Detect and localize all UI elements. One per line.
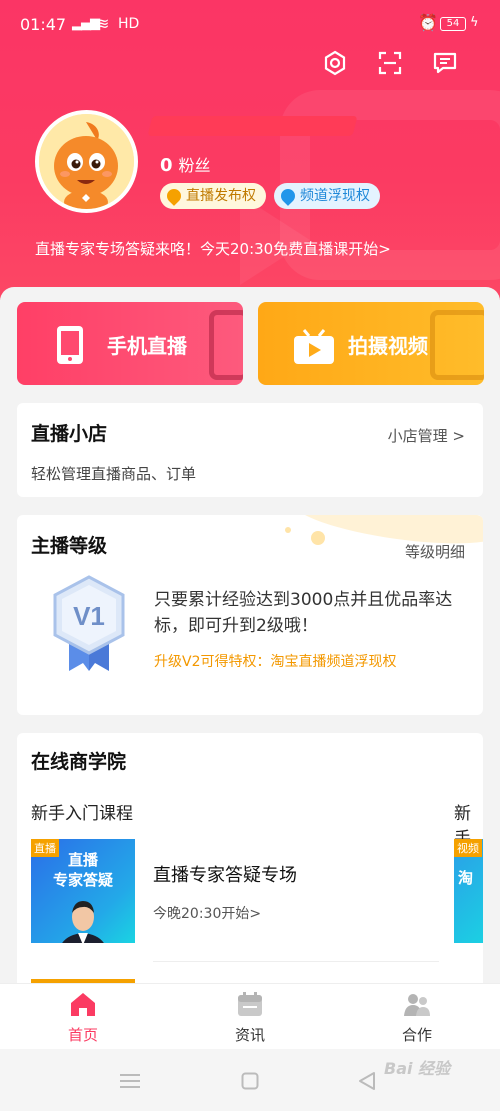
message-icon[interactable] (432, 50, 458, 76)
shop-manage-link[interactable]: 小店管理 > (388, 425, 465, 446)
course-thumbnail[interactable]: 直播 直播 专家答疑 (31, 839, 135, 943)
live-shop-card[interactable]: 直播小店 小店管理 > 轻松管理直播商品、订单 (17, 403, 483, 497)
fans-label: 粉丝 (178, 156, 211, 175)
charging-icon: ϟ (470, 15, 479, 30)
level-decoration-dot (311, 531, 325, 545)
profile-header: 01:47 ▂▄▆ ≋ HD ⏰ 54 ϟ 0 粉丝 直播发布权 频道浮现权 直… (0, 0, 500, 300)
mobile-live-button[interactable]: 手机直播 (17, 302, 243, 385)
level-medal-text: V1 (73, 601, 105, 631)
tab-label: 合作 (401, 1026, 432, 1044)
level-description: 只要累计经验达到3000点并且优品率达标，即可升到2级哦！ (154, 590, 453, 636)
thumb-text: 专家答疑 (52, 871, 113, 889)
video-camera-icon (294, 329, 334, 364)
header-actions (322, 50, 472, 76)
course-tag: 视频 (454, 839, 482, 857)
shoot-video-button[interactable]: 拍摄视频 (258, 302, 484, 385)
network-type: HD (118, 16, 140, 32)
course-thumbnail[interactable]: 视频 淘 (454, 839, 483, 943)
course-time[interactable]: 今晚20:30开始> (153, 903, 261, 923)
phone-decoration (209, 310, 243, 380)
fans-number: 0 (160, 155, 173, 176)
badge-label: 频道浮现权 (300, 188, 370, 204)
settings-icon[interactable] (322, 50, 348, 76)
live-shop-title: 直播小店 (31, 423, 108, 445)
redaction-mark (147, 116, 358, 136)
fans-count[interactable]: 0 粉丝 (160, 152, 211, 176)
level-perk: 升级V2可得特权：淘宝直播频道浮现权 (154, 654, 397, 670)
anchor-level-card: 主播等级 等级明细 V1 只要累计经验达到3000点并且优品率达标，即可升到2级… (17, 515, 483, 715)
mascot-avatar-image (39, 114, 134, 209)
badge-label: 直播发布权 (186, 188, 256, 204)
divider (153, 961, 439, 962)
video-decoration (430, 310, 484, 380)
badge-channel-float[interactable]: 频道浮现权 (274, 183, 380, 209)
battery-icon: 54 (440, 17, 466, 31)
alarm-icon: ⏰ (418, 13, 438, 32)
home-icon (71, 993, 95, 1016)
location-pin-icon (278, 186, 298, 206)
tab-partners[interactable]: 合作 (334, 984, 500, 1050)
wifi-icon: ≋ (96, 14, 110, 33)
status-time: 01:47 (20, 15, 67, 34)
shoot-video-label: 拍摄视频 (348, 334, 428, 358)
news-icon (238, 992, 262, 1016)
online-school-card: 在线商学院 新手入门课程 新手 直播 直播 专家答疑 视频 淘 直播专家答疑专场… (17, 733, 483, 993)
back-icon[interactable] (358, 1071, 376, 1091)
status-bar: 01:47 ▂▄▆ ≋ HD ⏰ 54 ϟ (0, 0, 500, 50)
tab-news[interactable]: 资讯 (167, 984, 333, 1050)
scan-icon[interactable] (377, 50, 403, 76)
username-redacted (147, 112, 360, 142)
bottom-tab-bar: 首页 资讯 合作 (0, 983, 500, 1049)
announcement-link[interactable]: 直播专家专场答疑来咯！今天20:30免费直播课开始> (35, 238, 391, 259)
main-content: 手机直播 拍摄视频 直播小店 小店管理 > 轻松管理直播商品、订单 主播等级 等… (0, 287, 500, 993)
live-shop-desc: 轻松管理直播商品、订单 (31, 465, 197, 483)
online-school-title: 在线商学院 (31, 751, 127, 773)
course-title[interactable]: 直播专家答疑专场 (153, 861, 297, 887)
menu-icon[interactable] (120, 1073, 140, 1089)
badge-live-publish[interactable]: 直播发布权 (160, 183, 266, 209)
thumb-text: 直播 (67, 851, 98, 869)
location-pin-icon (164, 186, 184, 206)
avatar[interactable] (35, 110, 138, 213)
level-medal-icon: V1 (53, 575, 125, 671)
course-category[interactable]: 新手入门课程 (31, 799, 133, 824)
anchor-level-title: 主播等级 (31, 535, 108, 557)
presenter-image (62, 901, 104, 943)
tab-label: 首页 (67, 1026, 98, 1044)
tab-label: 资讯 (234, 1026, 265, 1044)
partners-icon (404, 994, 430, 1016)
level-details-link[interactable]: 等级明细 (405, 541, 465, 562)
phone-icon (57, 326, 83, 364)
mobile-live-label: 手机直播 (107, 334, 187, 358)
level-decoration-dot (285, 527, 291, 533)
home-square-icon[interactable] (241, 1072, 259, 1090)
signal-icon: ▂▄▆ (72, 16, 100, 31)
tab-home[interactable]: 首页 (0, 984, 166, 1050)
thumb-text: 淘 (458, 869, 474, 887)
watermark: Bai 经验 (384, 1059, 451, 1078)
